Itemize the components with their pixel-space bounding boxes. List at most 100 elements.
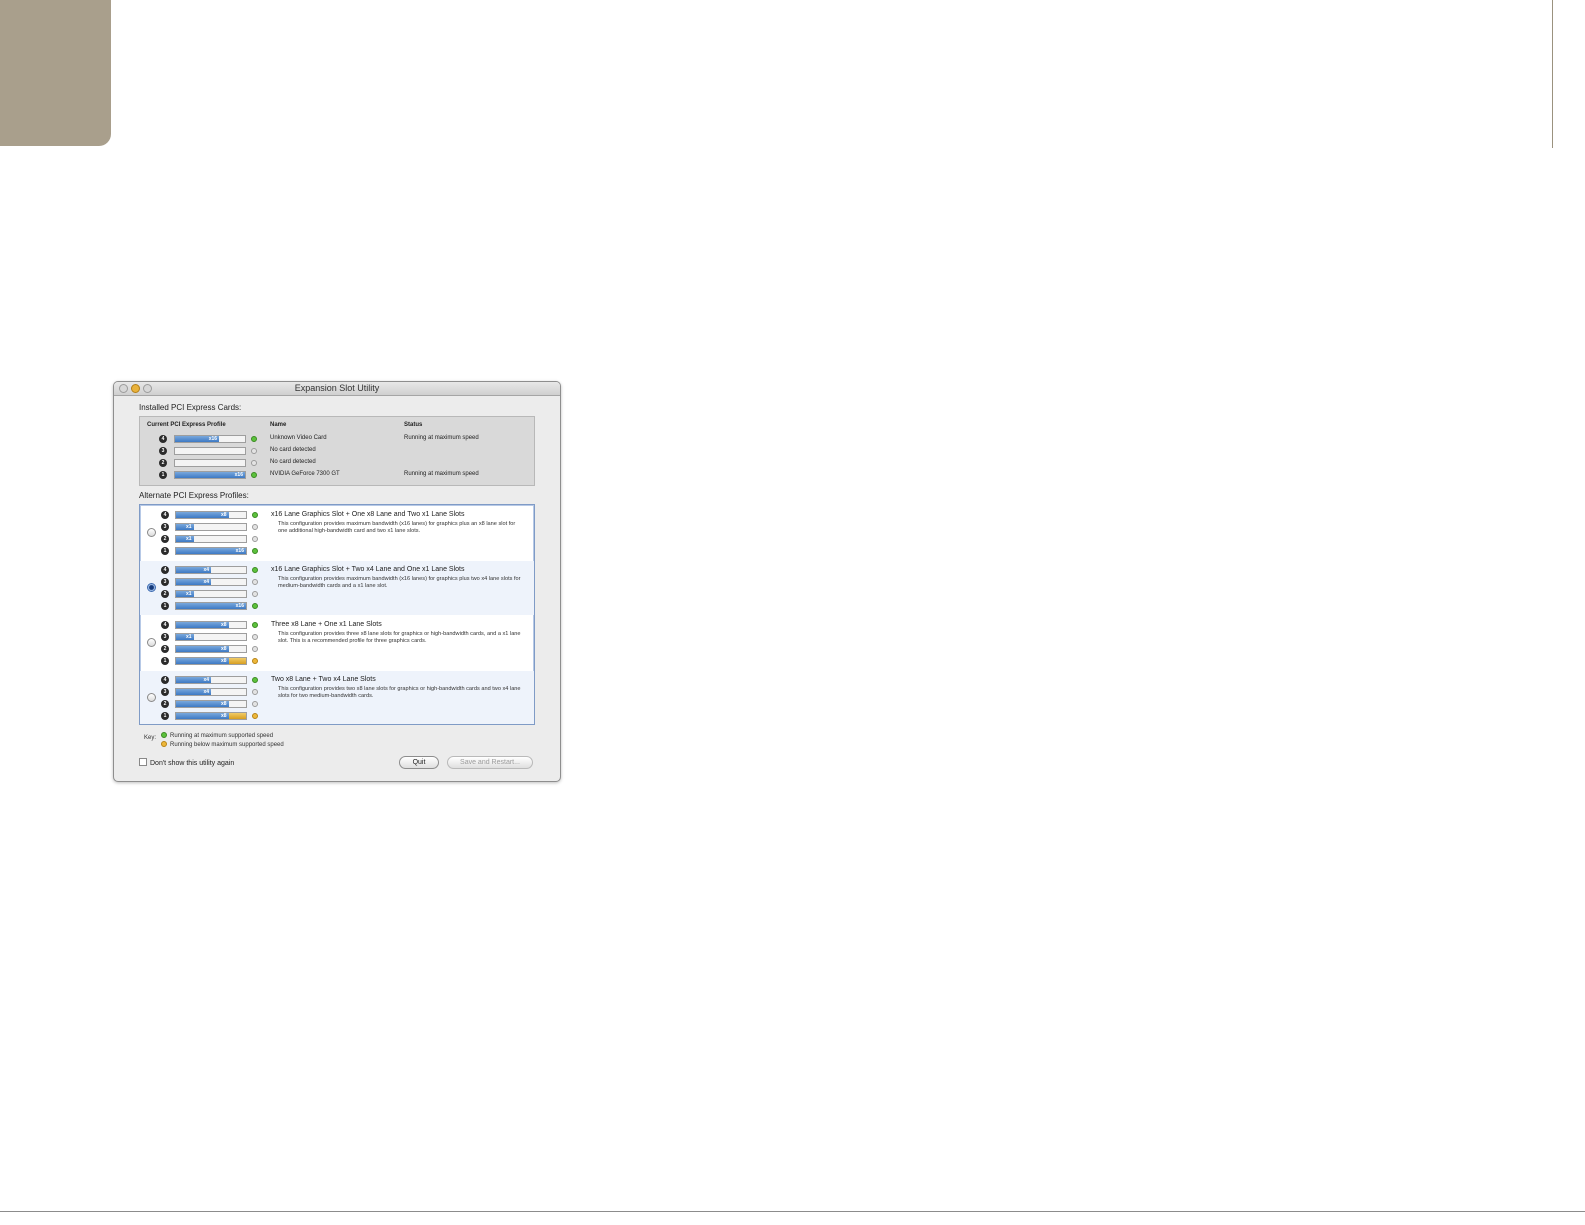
gray-status-icon [252,591,258,597]
window-title: Expansion Slot Utility [294,383,380,393]
profile-title: x16 Lane Graphics Slot + Two x4 Lane and… [271,566,465,573]
slot-lane-bar: x8 [175,657,247,665]
key-below-speed-text: Running below maximum supported speed [170,742,284,748]
slot-number: 2 [161,535,169,543]
gray-status-icon [252,524,258,530]
profile-description: This configuration provides maximum band… [278,521,516,534]
slot-lane-bar: x4 [175,578,247,586]
green-status-icon [161,732,167,738]
window-titlebar: Expansion Slot Utility [114,382,560,396]
slot-lane-fill: x1 [176,634,194,640]
slot-lane-bar: x16 [175,602,247,610]
slot-lane-bar: x4 [175,688,247,696]
name-column-header: Name [270,422,287,428]
card-status: Running at maximum speed [404,435,479,441]
profile-option[interactable]: 4 x8 3 x1 2 x1 1 x16 x16 Lane Graphics Slot + On… [140,506,534,560]
slot-lane-fill: x4 [176,689,211,695]
installed-card-row: 3 No card detected [140,445,534,457]
profile-radio-button[interactable] [147,583,156,592]
slot-number: 1 [161,602,169,610]
slot-unused-lanes [228,658,246,664]
card-name: No card detected [270,459,316,465]
gray-status-icon [252,646,258,652]
slot-lane-bar: x8 [175,645,247,653]
slot-lane-fill: x8 [176,701,229,707]
card-name: Unknown Video Card [270,435,327,441]
slot-lane-bar: x1 [175,523,247,531]
slot-lane-fill: x8 [176,646,229,652]
gray-status-icon [252,634,258,640]
green-status-icon [252,567,258,573]
installed-cards-panel: Current PCI Express Profile Name Status … [139,416,535,486]
profile-description: This configuration provides two x8 lane … [278,686,521,699]
gray-status-icon [252,701,258,707]
key-max-speed: Running at maximum supported speed [161,732,273,739]
green-status-icon [252,603,258,609]
green-status-icon [251,436,257,442]
profile-title: Three x8 Lane + One x1 Lane Slots [271,621,382,628]
slot-number: 4 [161,566,169,574]
gray-status-icon [251,448,257,454]
slot-unused-lanes [228,713,246,719]
profile-option[interactable]: 4 x4 3 x4 2 x8 1 x8 Two x8 Lane + Two x4 Lane Sl… [140,671,534,724]
page-corner-tab [0,0,111,146]
save-and-restart-button[interactable]: Save and Restart... [447,756,533,769]
slot-lane-fill: x4 [176,567,211,573]
profile-column-header: Current PCI Express Profile [147,422,226,428]
gray-status-icon [252,579,258,585]
dont-show-again-label: Don't show this utility again [150,760,235,767]
slot-lane-bar: x4 [175,566,247,574]
profile-title: x16 Lane Graphics Slot + One x8 Lane and… [271,511,465,518]
alternate-profiles-label: Alternate PCI Express Profiles: [139,491,249,500]
profile-radio-button[interactable] [147,638,156,647]
slot-lane-fill: x16 [175,436,220,442]
slot-number: 3 [161,633,169,641]
slot-lane-fill: x16 [176,548,246,554]
amber-status-icon [161,741,167,747]
slot-lane-fill: x16 [175,472,245,478]
profile-option[interactable]: 4 x4 3 x4 2 x1 1 x16 x16 Lane Graphics Slot + Tw… [140,561,534,615]
profile-radio-button[interactable] [147,693,156,702]
profile-option[interactable]: 4 x8 3 x1 2 x8 1 x8 Three x8 Lane + One x1 Lane … [140,616,534,670]
quit-button[interactable]: Quit [399,756,439,769]
page-right-rule [1552,0,1553,148]
slot-number: 1 [161,657,169,665]
dont-show-again-checkbox[interactable] [139,758,147,766]
slot-lane-fill: x1 [176,524,194,530]
dont-show-again-option[interactable]: Don't show this utility again [139,758,234,767]
key-max-speed-text: Running at maximum supported speed [170,733,274,739]
slot-lane-fill: x1 [176,536,194,542]
installed-card-row: 2 No card detected [140,457,534,469]
green-status-icon [252,548,258,554]
card-name: No card detected [270,447,316,453]
profile-title: Two x8 Lane + Two x4 Lane Slots [271,676,376,683]
installed-card-row: 1 x16 NVIDIA GeForce 7300 GT Running at max… [140,469,534,481]
installed-cards-label: Installed PCI Express Cards: [139,403,242,412]
slot-lane-bar: x1 [175,535,247,543]
profile-description: This configuration provides maximum band… [278,576,521,589]
slot-number: 2 [159,459,167,467]
amber-status-icon [252,713,258,719]
profile-radio-button[interactable] [147,528,156,537]
slot-number: 1 [161,547,169,555]
alternate-profiles-list[interactable]: 4 x8 3 x1 2 x1 1 x16 x16 Lane Graphics Slot + On… [139,504,535,725]
slot-number: 4 [161,676,169,684]
expansion-slot-utility-window: Expansion Slot Utility Installed PCI Exp… [113,381,561,782]
status-column-header: Status [404,422,423,428]
green-status-icon [251,472,257,478]
card-status: Running at maximum speed [404,471,479,477]
slot-number: 4 [161,511,169,519]
slot-lane-bar [174,459,246,467]
slot-number: 3 [159,447,167,455]
slot-lane-bar: x8 [175,621,247,629]
key-label: Key: [144,735,157,741]
slot-number: 3 [161,578,169,586]
slot-number: 1 [161,712,169,720]
page-bottom-rule [0,1211,1585,1212]
slot-lane-bar: x16 [174,471,246,479]
slot-lane-bar [174,447,246,455]
installed-card-row: 4 x16 Unknown Video Card Running at maximum… [140,433,534,445]
key-below-speed: Running below maximum supported speed [161,741,284,748]
slot-lane-fill: x8 [176,713,229,719]
slot-lane-bar: x8 [175,712,247,720]
